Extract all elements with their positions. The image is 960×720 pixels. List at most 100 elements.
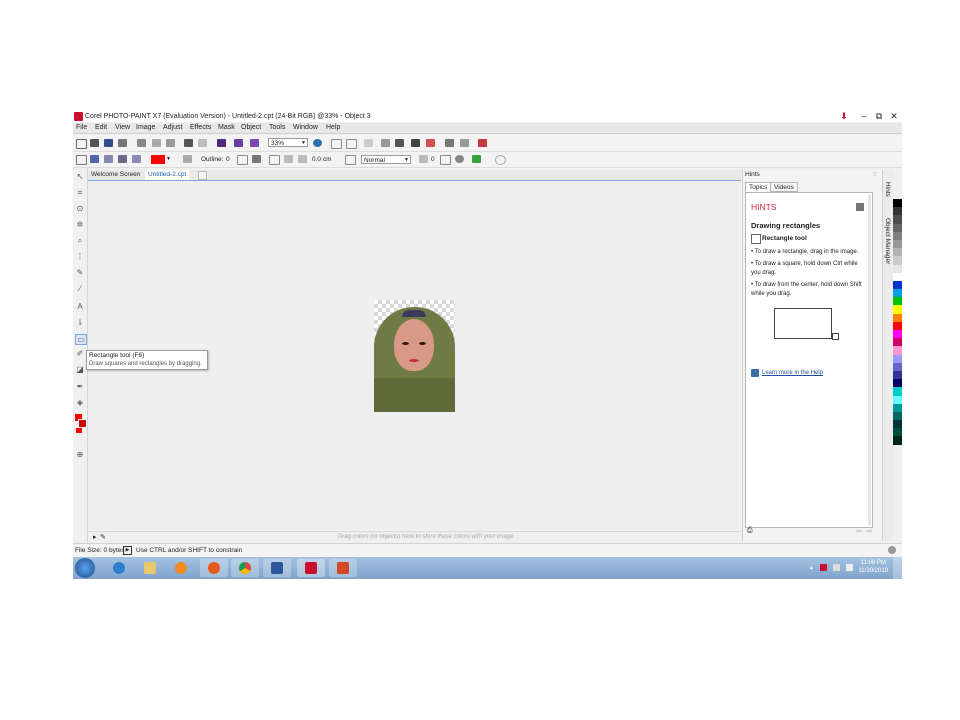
eyedropper-icon[interactable]: ⁞ [75,252,85,261]
transparency-value[interactable]: 0 [431,155,435,164]
taskbar-media[interactable] [167,559,195,577]
taskbar-ie[interactable] [105,559,133,577]
help-icon[interactable]: ⬇ [837,111,851,122]
palette-swatch[interactable] [893,272,902,281]
effect-tool-icon[interactable]: ⇂ [75,318,85,327]
show-mask-icon[interactable] [411,139,420,147]
play-icon[interactable]: ▸ [93,533,97,541]
menu-image[interactable]: Image [136,123,155,133]
corner-icon-2[interactable] [298,155,307,163]
palette-swatch[interactable] [893,346,902,355]
palette-swatch[interactable] [893,223,902,232]
menu-adjust[interactable]: Adjust [163,123,182,133]
tray-clock[interactable]: 11:08 PM 11/30/2019 [858,559,888,575]
merge-mode-dropdown[interactable]: Normal ▼ [361,155,411,164]
save-icon[interactable] [104,139,113,147]
close-button[interactable]: ✕ [887,111,901,122]
cut-icon[interactable] [137,139,146,147]
palette-swatch[interactable] [893,199,902,208]
palette-swatch[interactable] [893,313,902,322]
tab-untitled-2[interactable]: Untitled-2.cpt [145,170,190,180]
tray-app-icon[interactable] [820,564,827,571]
palette-swatch[interactable] [893,297,902,306]
palette-swatch[interactable] [893,428,902,437]
import-icon[interactable] [217,139,226,147]
texture-fill-icon[interactable] [132,155,141,163]
open-icon[interactable] [90,139,99,147]
redo-icon[interactable] [198,139,207,147]
palette-swatch[interactable] [893,395,902,404]
clone-tool-icon[interactable]: ✎ [75,268,85,277]
zoom-tool-icon[interactable] [313,139,322,147]
palette-swatch[interactable] [893,330,902,339]
object-marquee-icon[interactable] [426,139,435,147]
export-icon[interactable] [234,139,243,147]
magic-wand-icon[interactable]: ✲ [75,220,85,229]
back-arrow-icon[interactable]: ⇦ [856,527,862,535]
document-palette-bar[interactable]: ▸ ✎ Drag colors (or objects) here to sto… [88,531,741,542]
no-fill-icon[interactable] [76,155,87,165]
side-tab-hints[interactable]: Hints [884,182,891,197]
rectangle-tool-icon[interactable]: ▭ [75,334,87,345]
palette-swatch[interactable] [893,280,902,290]
zoom-level-dropdown[interactable]: 33% ▼ [268,138,308,147]
palette-swatch[interactable] [893,362,902,371]
palette-swatch[interactable] [893,370,902,380]
undo-icon[interactable] [184,139,193,147]
taskbar-photopaint[interactable] [297,559,325,577]
corner-icon[interactable] [284,155,293,163]
menu-effects[interactable]: Effects [190,123,211,133]
play-icon[interactable]: ▶ [123,546,132,555]
print-icon[interactable] [118,139,127,147]
zoom-icon[interactable]: ⌕ [75,236,85,245]
portrait-image[interactable] [374,300,455,412]
text-tool-icon[interactable]: A [75,302,85,311]
menu-view[interactable]: View [115,123,130,133]
transparency-spin-icon[interactable] [440,155,451,165]
palette-swatch[interactable] [893,403,902,412]
palette-swatch[interactable] [893,387,902,396]
mask-icon[interactable] [395,139,404,147]
side-tab-object-manager[interactable]: Object Manager [884,218,891,264]
palette-swatch[interactable] [893,215,902,224]
fill-color-swatch[interactable] [151,155,165,164]
width-spin-icon[interactable] [345,155,356,165]
add-tool-icon[interactable]: ⊕ [75,450,85,459]
show-desktop-button[interactable] [893,557,902,579]
taskbar-word[interactable] [263,559,291,577]
pick-tool-icon[interactable]: ↖ [75,172,85,181]
network-icon[interactable] [833,564,840,571]
width-value[interactable]: 0.0 cm [312,155,332,164]
palette-swatch[interactable] [893,264,902,273]
palette-swatch[interactable] [893,256,902,265]
edit-fill-icon[interactable] [183,155,192,163]
taskbar-chrome[interactable] [231,559,259,577]
forward-arrow-icon[interactable]: ⇨ [867,527,873,535]
bitmap-fill-icon[interactable] [118,155,127,163]
copy-icon[interactable] [152,139,161,147]
antialiasing-icon[interactable] [455,155,464,163]
learn-more-link[interactable]: Learn more in the Help [762,370,823,376]
launcher-icon[interactable] [250,139,259,147]
volume-icon[interactable] [846,564,853,571]
options-icon[interactable] [460,139,469,147]
minimize-button[interactable]: – [857,111,871,122]
tab-videos[interactable]: Videos [770,182,798,192]
docker-options-icon[interactable]: ⁝⁝ [873,171,877,178]
paper-color-swatch[interactable] [76,428,82,433]
hint-book-icon[interactable] [856,203,864,211]
taskbar-explorer[interactable] [136,559,164,577]
transparency-icon[interactable] [419,155,428,163]
scrollbar[interactable] [868,195,871,525]
chevron-down-icon[interactable]: ▼ [166,155,173,164]
roundness-icon[interactable] [269,155,280,165]
tab-welcome-screen[interactable]: Welcome Screen [88,170,143,180]
palette-swatch[interactable] [893,420,902,429]
tab-topics[interactable]: Topics [745,182,772,192]
outline-value[interactable]: 0 [226,155,230,164]
status-options-icon[interactable] [888,546,896,554]
palette-swatch[interactable] [893,379,902,388]
palette-swatch[interactable] [893,231,902,240]
back-icon[interactable] [364,139,373,147]
paint-tool-icon[interactable]: ✐ [75,349,85,358]
